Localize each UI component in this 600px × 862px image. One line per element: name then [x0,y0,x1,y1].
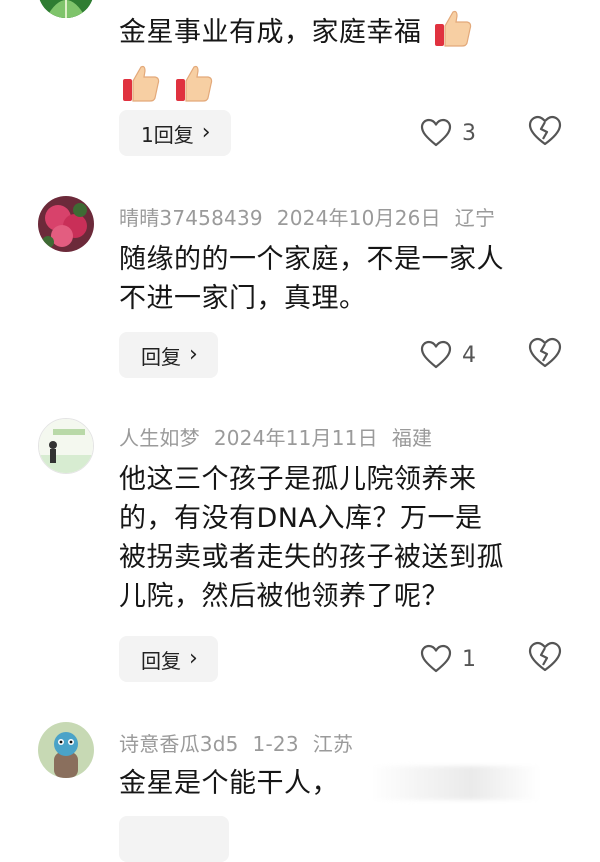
avatar[interactable] [38,722,94,778]
comment-text-line: 随缘的的一个家庭，不是一家人 [119,244,504,275]
heart-outline-icon [420,118,452,147]
reply-button-label: 回复 [141,648,181,673]
username[interactable]: 人生如梦 [119,426,200,450]
reply-button-label: 1回复 [141,122,194,147]
like-count: 1 [462,646,476,672]
reply-button-label: 回复 [141,344,181,369]
comment-meta: 人生如梦 2024年11月11日 福建 [119,422,446,451]
blurred-text-overlay [370,766,540,800]
thumbs-up-emoji-icon [119,61,163,116]
comment-region: 福建 [391,426,433,450]
broken-heart-icon [528,641,562,672]
comment-text-line: 被拐卖或者走失的孩子被送到孤 [119,542,504,573]
chevron-right-icon: › [201,120,211,145]
comment-meta: 晴晴37458439 2024年10月26日 辽宁 [119,202,509,231]
broken-heart-icon [528,115,562,146]
leaf-avatar-icon [38,0,94,18]
username[interactable]: 诗意香瓜3d5 [119,732,239,756]
reply-button[interactable]: 回复 › [119,636,218,682]
dislike-button[interactable] [528,115,564,151]
comment-meta: 诗意香瓜3d5 1-23 江苏 [119,728,367,757]
reply-button[interactable]: 回复 › [119,332,218,378]
comment-text-line: 金星事业有成，家庭幸福 [119,17,422,48]
like-button[interactable]: 3 [420,113,476,153]
like-button[interactable]: 4 [420,335,476,375]
thumbs-up-emoji-icon [172,61,216,116]
comment-text: 他这三个孩子是孤儿院领养来 的，有没有DNA入库？万一是 被拐卖或者走失的孩子被… [119,460,574,616]
comment-text: 随缘的的一个家庭，不是一家人 不进一家门，真理。 [119,240,574,318]
broken-heart-icon [528,337,562,368]
like-button[interactable]: 1 [420,639,476,679]
comment-date: 2024年10月26日 [276,206,441,230]
username[interactable]: 晴晴37458439 [119,206,263,230]
reply-button[interactable]: 1回复 › [119,110,231,156]
avatar[interactable] [38,0,94,18]
dislike-button[interactable] [528,641,564,677]
chevron-right-icon: › [189,646,198,671]
heart-outline-icon [420,644,452,673]
comment-date: 2024年11月11日 [213,426,378,450]
comment-date: 1-23 [252,732,299,756]
comment-text-line: 不进一家门，真理。 [119,283,367,314]
avatar[interactable] [38,196,94,252]
avatar[interactable] [38,418,94,474]
dislike-button[interactable] [528,337,564,373]
scene-avatar-icon [39,419,93,473]
heart-outline-icon [420,340,452,369]
flower-avatar-icon [38,196,94,252]
comment-text-line: 金星是个能干人， [119,768,339,799]
comment-text-line: 他这三个孩子是孤儿院领养来 [119,464,477,495]
comment-text-line: 儿院，然后被他领养了呢？ [119,581,449,612]
like-count: 4 [462,342,476,368]
like-count: 3 [462,120,476,146]
comment-region: 江苏 [312,732,354,756]
cartoon-avatar-icon [38,722,94,778]
comment-text: 金星事业有成，家庭幸福 [119,6,574,116]
comment-region: 辽宁 [454,206,496,230]
comment-text-line: 的，有没有DNA入库？万一是 [119,503,483,534]
chevron-right-icon: › [189,342,198,367]
thumbs-up-emoji-icon [431,6,475,61]
